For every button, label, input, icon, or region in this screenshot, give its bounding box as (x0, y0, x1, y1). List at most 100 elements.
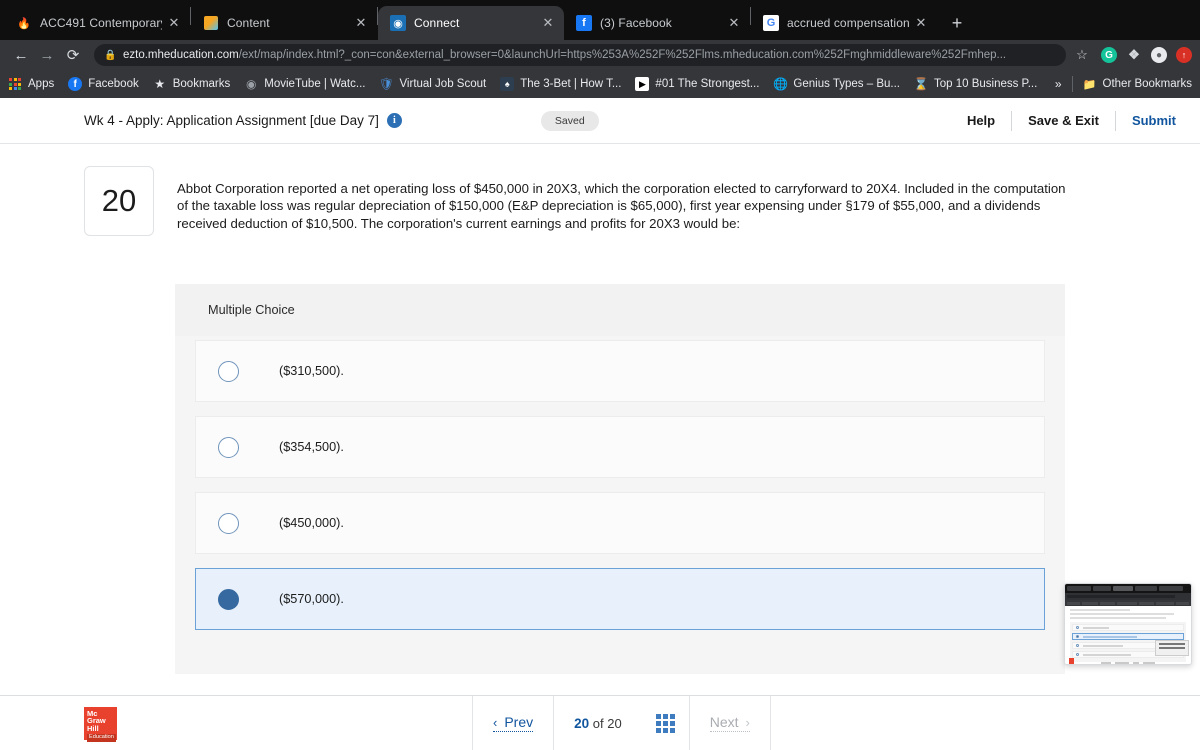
bookmarks-bar-right: » 📁 Other Bookmarks (1055, 76, 1192, 92)
browser-tab-google-search[interactable]: G accrued compensation - Goog ✕ (751, 6, 937, 40)
grammarly-extension-icon[interactable]: G (1101, 47, 1117, 63)
browser-toolbar: ← → ⟳ 🔒 ezto.mheducation.com/ext/map/ind… (0, 40, 1200, 70)
pip-choice-selected (1072, 633, 1184, 640)
lock-icon: 🔒 (104, 49, 117, 61)
bookmark-label: Virtual Job Scout (399, 78, 487, 90)
browser-tab-content[interactable]: Content ✕ (191, 6, 377, 40)
other-bookmarks-button[interactable]: 📁 Other Bookmarks (1083, 77, 1192, 91)
radio-button[interactable] (218, 512, 239, 534)
prev-label: Prev (504, 714, 534, 730)
divider (769, 695, 771, 750)
update-arrow-icon[interactable]: ↑ (1176, 47, 1192, 63)
close-icon[interactable]: ✕ (166, 15, 182, 31)
reload-icon[interactable]: ⟳ (60, 42, 86, 68)
url-path: /ext/map/index.html?_con=con&external_br… (238, 49, 1007, 61)
next-question-button[interactable]: Next › (690, 696, 770, 750)
bookmarks-overflow-icon[interactable]: » (1055, 77, 1062, 91)
bookmarks-bar: Apps f Facebook ★ Bookmarks ◉ MovieTube … (0, 70, 1200, 98)
profile-avatar-icon[interactable]: ● (1151, 47, 1167, 63)
question-grid-button[interactable] (642, 696, 689, 750)
save-status-badge: Saved (540, 110, 599, 131)
browser-tab-facebook[interactable]: f (3) Facebook ✕ (564, 6, 750, 40)
bookmark-label: Facebook (88, 78, 139, 90)
assignment-header: Wk 4 - Apply: Application Assignment [du… (0, 98, 1200, 144)
bookmark-the-strongest[interactable]: ▶ #01 The Strongest... (635, 77, 759, 91)
bookmark-label: MovieTube | Watc... (264, 78, 366, 90)
facebook-icon: f (576, 15, 592, 31)
forward-icon[interactable]: → (34, 42, 60, 68)
new-tab-button[interactable]: + (943, 9, 971, 37)
bookmark-movietube[interactable]: ◉ MovieTube | Watc... (244, 77, 365, 91)
answer-choice-3[interactable]: ($450,000). (195, 492, 1045, 554)
browser-tab-acc491[interactable]: 🔥 ACC491 Contemporary Auditin ✕ (4, 6, 190, 40)
radio-button[interactable] (218, 360, 239, 382)
question-grid-icon[interactable] (655, 713, 675, 733)
answer-choices-panel: Multiple Choice ($310,500). ($354,500). … (175, 284, 1065, 674)
answer-choice-label: ($450,000). (279, 516, 344, 530)
question-text: Abbot Corporation reported a net operati… (177, 181, 1066, 231)
answer-choice-4[interactable]: ($570,000). (195, 568, 1045, 630)
radio-button-selected[interactable] (218, 588, 239, 610)
bookmark-label: Genius Types – Bu... (793, 78, 900, 90)
pip-page (1065, 606, 1191, 664)
answer-choices-list: ($310,500). ($354,500). ($450,000). ($57… (175, 336, 1065, 674)
submit-button[interactable]: Submit (1116, 113, 1176, 128)
info-icon[interactable]: i (386, 113, 402, 128)
next-label: Next (709, 714, 739, 730)
bookmark-apps[interactable]: Apps (8, 77, 54, 91)
pip-choice (1072, 624, 1184, 631)
content-icon (203, 15, 219, 31)
bookmark-label: Top 10 Business P... (933, 78, 1038, 90)
chevron-right-icon: › (745, 715, 750, 730)
answer-choice-1[interactable]: ($310,500). (195, 340, 1045, 402)
bookmark-top-10-business[interactable]: ⌛ Top 10 Business P... (913, 77, 1038, 91)
bookmark-star-icon[interactable]: ☆ (1072, 47, 1092, 63)
answer-choice-2[interactable]: ($354,500). (195, 416, 1045, 478)
browser-tab-connect[interactable]: ◉ Connect ✕ (378, 6, 564, 40)
divider (1071, 76, 1073, 92)
card-icon: ♠ (500, 77, 515, 91)
bookmark-label: #01 The Strongest... (655, 78, 760, 90)
logo-line-4: Education (87, 734, 116, 742)
tab-title: Connect (414, 16, 460, 30)
other-bookmarks-label: Other Bookmarks (1102, 78, 1192, 90)
bookmark-facebook[interactable]: f Facebook (68, 77, 139, 91)
total-pages: 20 (607, 715, 622, 731)
mcgraw-hill-logo: Mc Graw Hill Education (84, 706, 117, 742)
tab-title: (3) Facebook (600, 16, 672, 30)
bookmark-bookmarks[interactable]: ★ Bookmarks (153, 77, 230, 91)
tab-strip: 🔥 ACC491 Contemporary Auditin ✕ Content … (0, 0, 1200, 40)
google-icon: G (763, 15, 779, 31)
help-button[interactable]: Help (951, 113, 1011, 128)
save-and-exit-button[interactable]: Save & Exit (1012, 113, 1115, 128)
header-actions: Help Save & Exit Submit (951, 110, 1176, 131)
pip-controls[interactable] (1155, 640, 1189, 656)
close-icon[interactable]: ✕ (913, 15, 929, 31)
movietube-icon: ◉ (246, 77, 257, 91)
extensions-puzzle-icon[interactable]: ❖ (1126, 47, 1142, 63)
close-icon[interactable]: ✕ (726, 15, 742, 31)
hourglass-icon: ⌛ (913, 77, 929, 91)
video-icon: ▶ (635, 77, 650, 91)
bookmark-genius-types[interactable]: 🌐 Genius Types – Bu... (773, 77, 900, 91)
back-icon[interactable]: ← (8, 42, 34, 68)
bookmark-virtual-job-scout[interactable]: 🛡 Virtual Job Scout (379, 77, 486, 91)
browser-window: 🔥 ACC491 Contemporary Auditin ✕ Content … (0, 0, 1200, 750)
answer-choice-label: ($354,500). (279, 440, 344, 454)
picture-in-picture-preview[interactable] (1064, 583, 1192, 665)
close-icon[interactable]: ✕ (540, 15, 556, 31)
next-link[interactable]: Next › (709, 714, 750, 732)
tab-title: Content (227, 16, 270, 30)
prev-question-button[interactable]: ‹ Prev (473, 696, 553, 750)
bookmark-the-3-bet[interactable]: ♠ The 3-Bet | How T... (500, 77, 621, 91)
tab-title: accrued compensation - Goog (787, 16, 909, 30)
close-icon[interactable]: ✕ (353, 15, 369, 31)
prev-link[interactable]: ‹ Prev (493, 714, 534, 732)
pip-addressbar (1065, 593, 1191, 600)
of-label: of (592, 715, 604, 731)
radio-button[interactable] (218, 436, 239, 458)
pip-tabstrip (1065, 584, 1191, 593)
address-bar[interactable]: 🔒 ezto.mheducation.com/ext/map/index.htm… (94, 44, 1066, 66)
question-row: 20 Abbot Corporation reported a net oper… (0, 166, 1200, 236)
current-page: 20 (574, 715, 590, 731)
